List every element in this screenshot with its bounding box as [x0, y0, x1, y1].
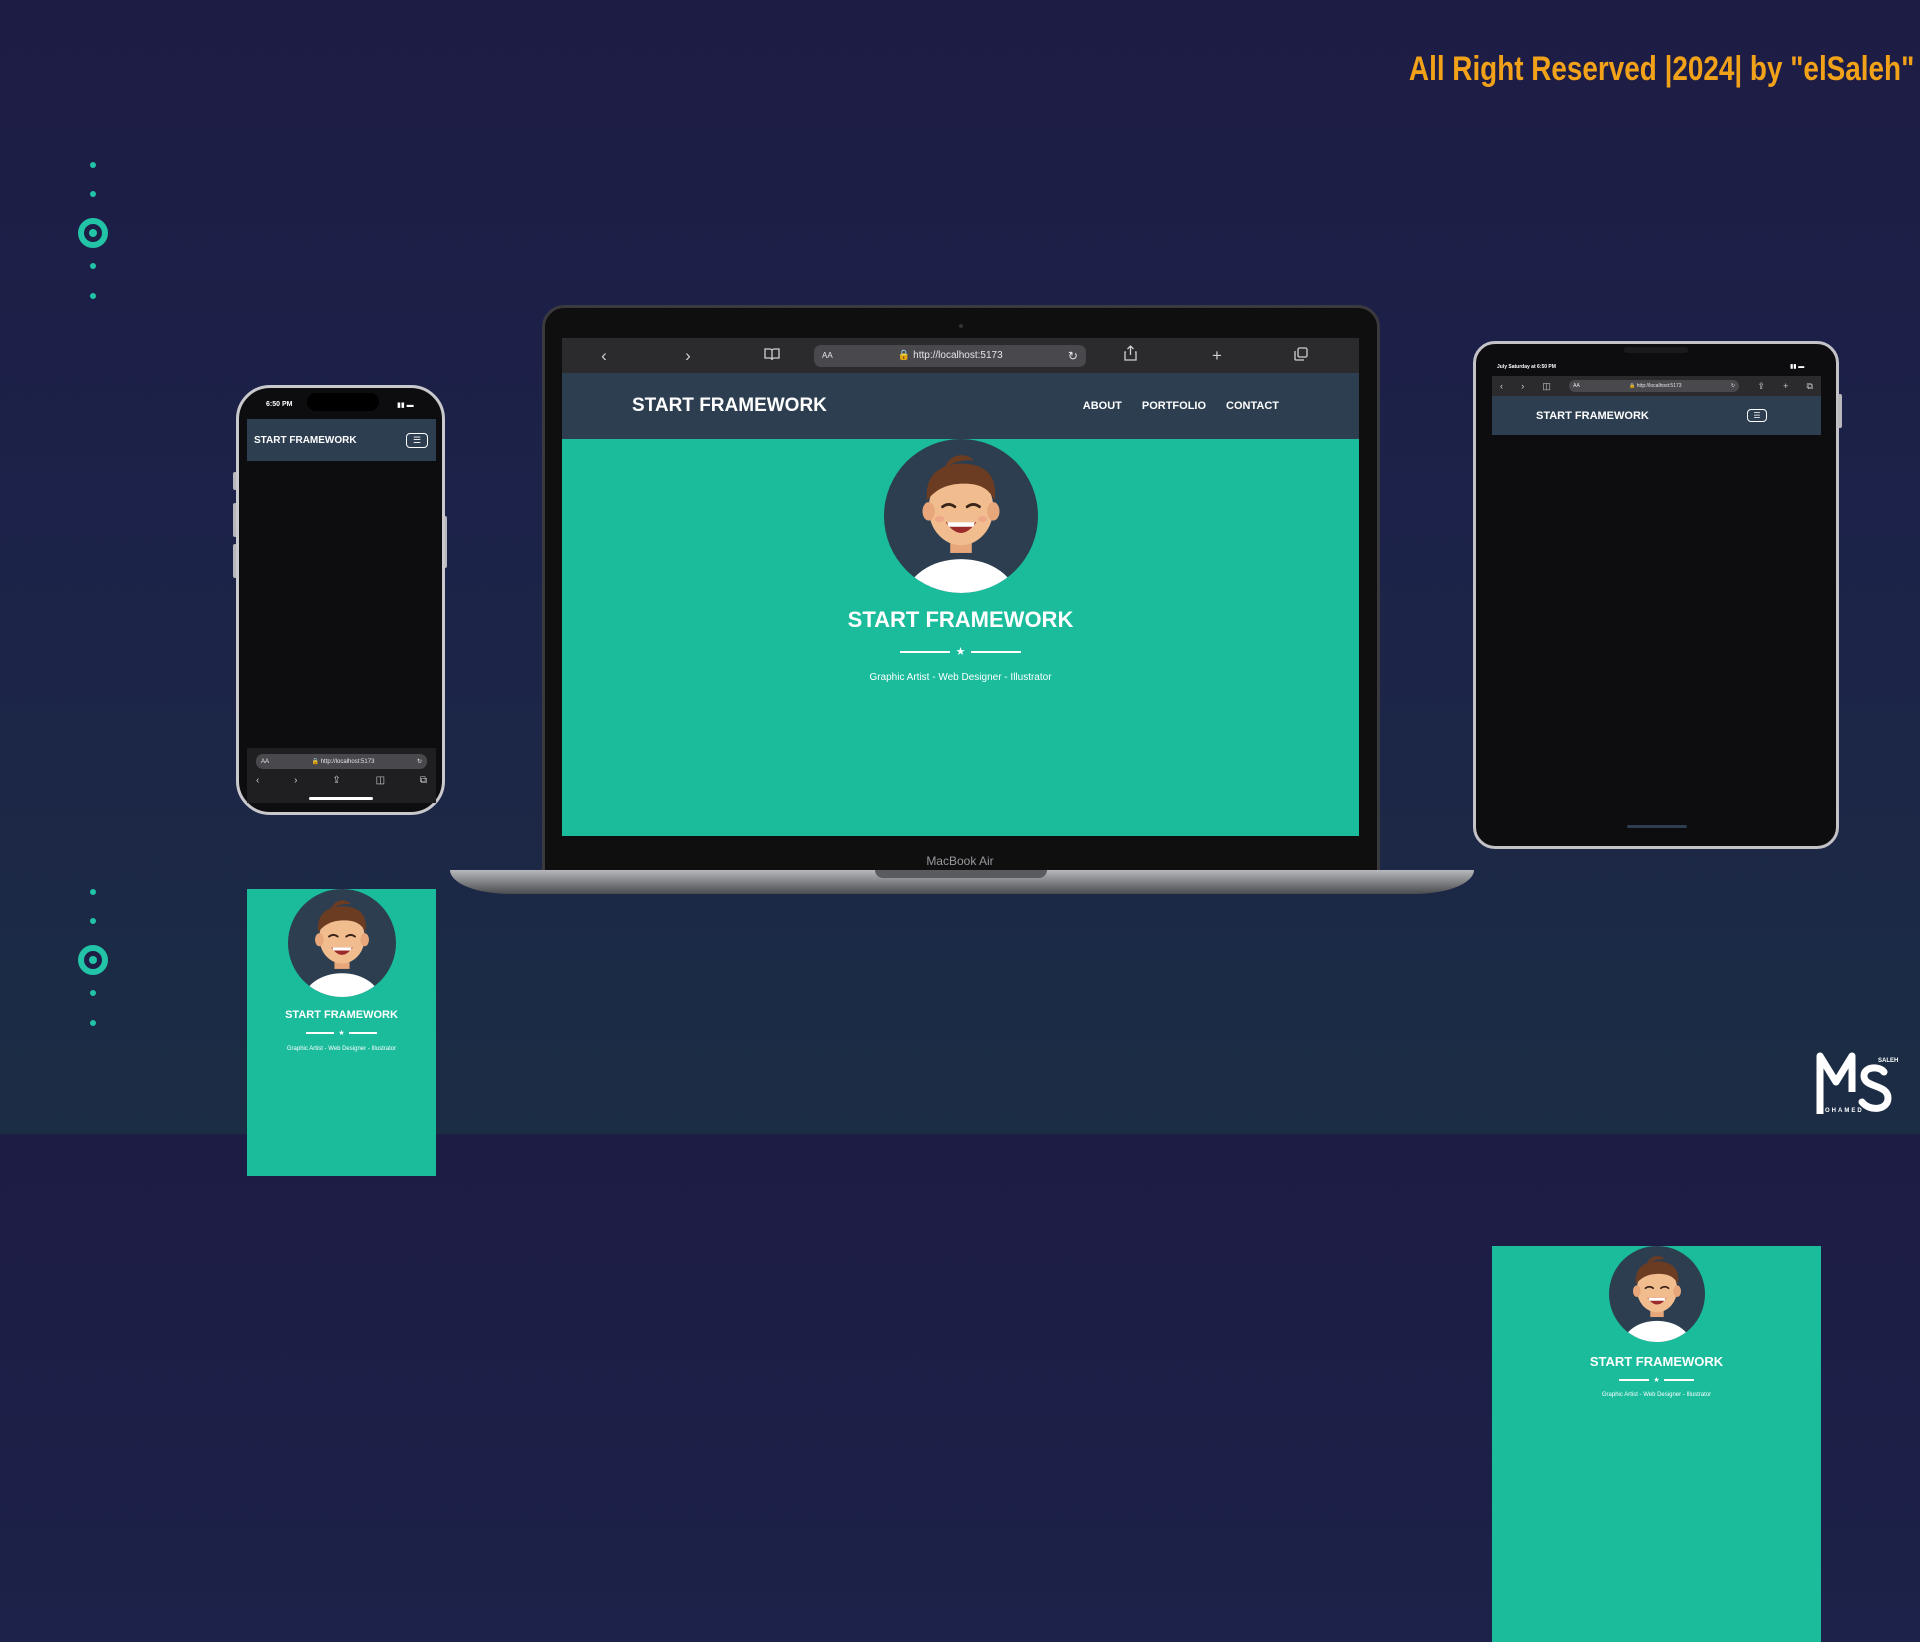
avatar-illustration: [1622, 1256, 1691, 1342]
star-divider: ★: [247, 1029, 436, 1037]
divider-line: [1663, 1379, 1694, 1381]
url-text: 🔒 http://localhost:5173: [897, 350, 1003, 361]
avatar: [287, 889, 396, 997]
hero-title: START FRAMEWORK: [1589, 1354, 1724, 1369]
logo-bottom-word: MOHAMED: [1818, 1108, 1864, 1114]
back-icon[interactable]: ‹: [562, 346, 646, 366]
laptop-notch: [875, 870, 1047, 878]
nav-contact[interactable]: CONTACT: [1226, 400, 1279, 412]
decor-dot: [90, 162, 96, 168]
text-size-button[interactable]: AA: [261, 759, 269, 765]
home-indicator: [1627, 825, 1687, 828]
site-brand[interactable]: START FRAMEWORK: [254, 435, 357, 446]
tablet-status-time: July Saturday at 6:50 PM: [1497, 364, 1556, 370]
star-icon: ★: [1653, 1377, 1660, 1384]
hero-title: START FRAMEWORK: [285, 1009, 398, 1021]
site-brand[interactable]: START FRAMEWORK: [1536, 410, 1649, 422]
signal-battery-icon: ▮▮ ▬: [1790, 364, 1805, 370]
forward-icon[interactable]: ›: [646, 346, 730, 366]
share-icon[interactable]: ⇪: [332, 775, 340, 786]
menu-icon[interactable]: ☰: [1747, 409, 1767, 422]
decor-dot: [90, 990, 96, 996]
bookmarks-icon[interactable]: ◫: [1542, 381, 1551, 392]
menu-icon[interactable]: ☰: [406, 432, 428, 448]
decor-dot: [90, 263, 96, 269]
laptop-model-label: MacBook Air: [926, 854, 994, 868]
avatar: [883, 439, 1038, 593]
hero-title: START FRAMEWORK: [847, 607, 1074, 632]
forward-icon[interactable]: ›: [1521, 381, 1524, 391]
tablet-browser-toolbar: ‹ › ◫ AA 🔒 http://localhost:5173 ↻ ⇪ + ⧉: [1492, 376, 1821, 396]
url-text: 🔒 http://localhost:5173: [311, 759, 375, 765]
star-divider: ★: [1492, 1376, 1821, 1384]
reload-icon[interactable]: ↻: [417, 758, 422, 765]
hero-subtitle: Graphic Artist - Web Designer - Illustra…: [1601, 1392, 1712, 1398]
divider-line: [971, 650, 1022, 653]
phone-toolbar-icons: ‹ › ⇪ ◫ ⧉: [256, 775, 427, 786]
reload-icon[interactable]: ↻: [1731, 383, 1735, 389]
back-icon[interactable]: ‹: [1500, 381, 1503, 391]
new-tab-icon[interactable]: +: [1783, 381, 1788, 391]
divider-line: [1619, 1379, 1650, 1381]
text-size-button[interactable]: AA: [1573, 383, 1580, 389]
site-navbar: START FRAMEWORK ABOUT PORTFOLIO CONTACT: [562, 373, 1359, 439]
copyright-text: All Right Reserved |2024| by "elSaleh": [1408, 50, 1914, 88]
divider-line: [899, 650, 950, 653]
share-icon[interactable]: [1086, 345, 1175, 366]
phone-site-navbar: START FRAMEWORK ☰: [247, 419, 436, 461]
signal-battery-icon: ▮▮ ▬: [397, 402, 414, 409]
phone-time: 6:50 PM: [266, 401, 293, 408]
site-brand[interactable]: START FRAMEWORK: [632, 395, 827, 417]
decor-ring: [78, 218, 108, 248]
new-tab-icon[interactable]: +: [1175, 346, 1259, 366]
tablet-address-bar[interactable]: AA 🔒 http://localhost:5173 ↻: [1569, 380, 1740, 392]
nav-about[interactable]: ABOUT: [1083, 400, 1122, 412]
decor-dot: [90, 1020, 96, 1026]
phone-hero-section: START FRAMEWORK ★ Graphic Artist - Web D…: [247, 889, 436, 1176]
decor-dot: [90, 191, 96, 197]
text-size-button[interactable]: AA: [822, 351, 833, 360]
avatar-illustration: [303, 900, 380, 997]
address-bar[interactable]: AA 🔒 http://localhost:5173 ↻: [814, 344, 1086, 367]
tabs-icon[interactable]: ⧉: [1807, 381, 1813, 392]
hero-subtitle: Graphic Artist - Web Designer - Illustra…: [286, 1046, 397, 1052]
hero-section: START FRAMEWORK ★ Graphic Artist - Web D…: [562, 439, 1359, 836]
tablet-camera-icon: [1624, 347, 1688, 353]
divider-line: [306, 1032, 335, 1034]
star-icon: ★: [955, 646, 966, 658]
back-icon[interactable]: ‹: [256, 775, 259, 786]
tabs-icon[interactable]: ⧉: [420, 775, 427, 786]
camera-icon: [959, 324, 963, 328]
phone-address-bar[interactable]: AA 🔒 http://localhost:5173 ↻: [256, 754, 427, 769]
bookmarks-icon[interactable]: ◫: [376, 775, 385, 786]
home-indicator: [309, 797, 373, 800]
tablet-side-button: [1838, 394, 1842, 428]
avatar-illustration: [905, 455, 1016, 593]
decor-ring: [78, 945, 108, 975]
tabs-icon[interactable]: [1259, 346, 1343, 366]
bookmarks-icon[interactable]: [730, 346, 814, 366]
browser-toolbar: ‹ › AA 🔒 http://localhost:5173 ↻ +: [562, 338, 1359, 373]
hero-subtitle: Graphic Artist - Web Designer - Illustra…: [869, 672, 1052, 683]
phone-notch: [307, 393, 379, 411]
avatar: [1608, 1246, 1705, 1342]
forward-icon[interactable]: ›: [294, 775, 297, 786]
share-icon[interactable]: ⇪: [1757, 381, 1765, 392]
tablet-site-navbar: START FRAMEWORK ☰: [1492, 396, 1821, 435]
url-text: 🔒 http://localhost:5173: [1629, 383, 1682, 389]
reload-icon[interactable]: ↻: [1068, 349, 1078, 363]
star-icon: ★: [338, 1030, 345, 1037]
star-divider: ★: [562, 645, 1359, 658]
divider-line: [348, 1032, 377, 1034]
logo-top-word: SALEH: [1878, 1058, 1899, 1064]
nav-portfolio[interactable]: PORTFOLIO: [1142, 400, 1206, 412]
decor-dot: [90, 918, 96, 924]
tablet-hero-section: START FRAMEWORK ★ Graphic Artist - Web D…: [1492, 1246, 1821, 1642]
ms-logo: SALEH MOHAMED: [1816, 1046, 1906, 1126]
decor-dot: [90, 293, 96, 299]
decor-dot: [90, 889, 96, 895]
